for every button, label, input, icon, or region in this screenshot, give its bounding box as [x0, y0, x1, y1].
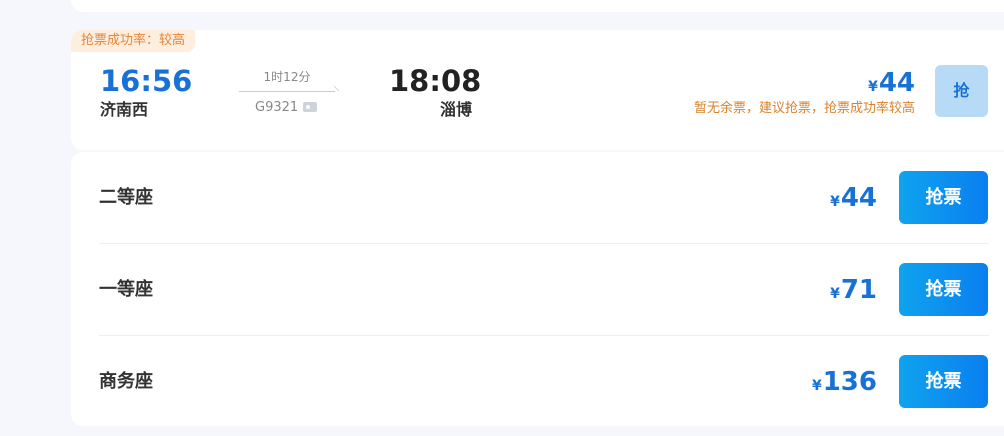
route-line: [239, 91, 335, 92]
seat-name: 一等座: [99, 279, 153, 300]
availability-hint: 暂无余票，建议抢票，抢票成功率较高: [693, 101, 915, 116]
departure-station: 济南西: [100, 100, 149, 119]
trip-duration: 1时12分: [263, 70, 311, 84]
seat-name: 商务座: [99, 371, 153, 392]
train-number: G9321: [255, 100, 299, 115]
seat-name: 二等座: [99, 187, 153, 208]
success-rate-tag: 抢票成功率：较高: [71, 30, 196, 52]
grab-ticket-button[interactable]: 抢: [935, 65, 988, 117]
seat-price: ¥71: [830, 274, 877, 310]
price-amount: 44: [878, 68, 915, 98]
grab-ticket-button-business-class[interactable]: 抢票: [899, 355, 988, 408]
id-card-icon: [303, 102, 318, 112]
grab-ticket-button-first-class[interactable]: 抢票: [899, 263, 988, 316]
departure-time: 16:56: [100, 64, 193, 98]
seat-list: 二等座 ¥44 抢票 一等座 ¥71 抢票 商务座 ¥136 抢票: [71, 152, 1004, 426]
seat-price: ¥136: [812, 366, 877, 402]
seat-row-business-class: 商务座 ¥136 抢票: [99, 336, 1004, 428]
arrival-station: 淄博: [440, 100, 473, 119]
price-amount: 136: [822, 367, 877, 397]
train-card[interactable]: 抢票成功率：较高 16:56 济南西 1时12分 G9321 18:08 淄博 …: [71, 30, 1004, 150]
price-amount: 71: [840, 275, 877, 305]
seat-price: ¥44: [830, 182, 877, 218]
train-number-wrap[interactable]: G9321: [255, 100, 318, 116]
currency-symbol: ¥: [830, 286, 840, 302]
price-amount: 44: [840, 183, 877, 213]
currency-symbol: ¥: [811, 378, 822, 394]
currency-symbol: ¥: [830, 194, 840, 210]
lowest-price: ¥44: [868, 68, 915, 102]
arrival-time: 18:08: [389, 64, 482, 98]
seat-row-first-class: 一等座 ¥71 抢票: [99, 244, 1004, 336]
currency-symbol: ¥: [868, 79, 878, 95]
grab-ticket-button-second-class[interactable]: 抢票: [899, 171, 988, 224]
previous-train-card[interactable]: [71, 0, 1004, 12]
seat-row-second-class: 二等座 ¥44 抢票: [99, 152, 1004, 244]
